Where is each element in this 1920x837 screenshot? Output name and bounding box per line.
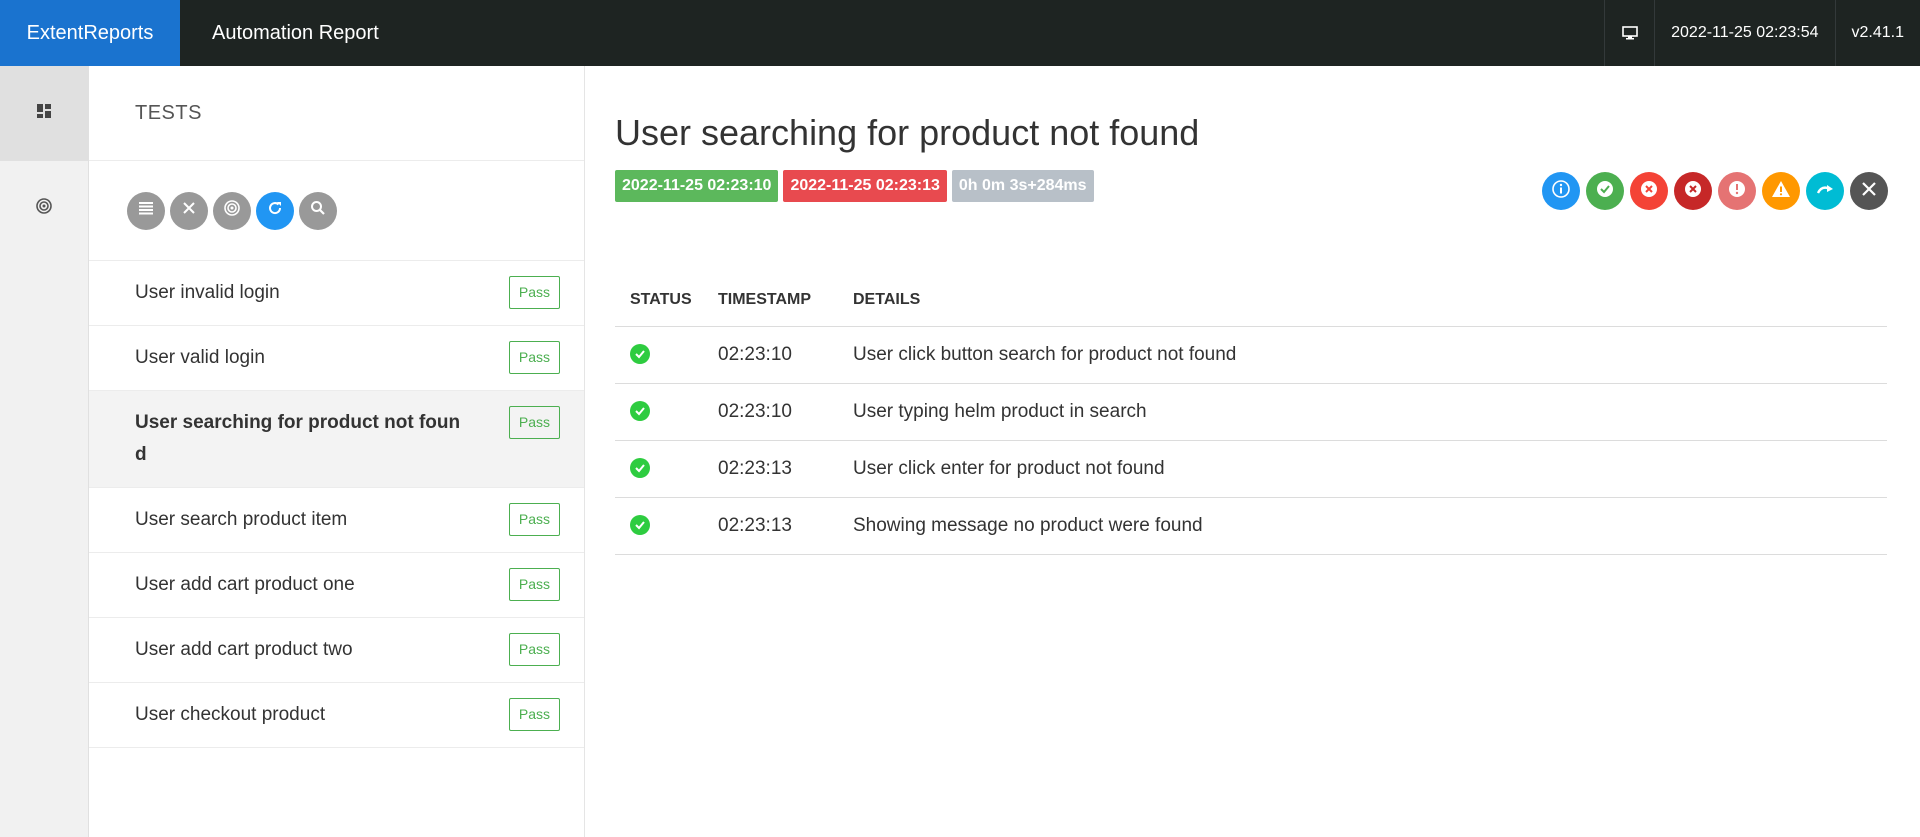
list-icon: [138, 201, 154, 220]
end-time-badge: 2022-11-25 02:23:13: [783, 170, 947, 202]
pass-check-icon: [630, 344, 650, 365]
top-bar: ExtentReports Automation Report 2022-11-…: [0, 0, 1920, 66]
status-badge: Pass: [508, 406, 560, 439]
status-badge: Pass: [508, 698, 560, 731]
fail-filter-button[interactable]: [1630, 172, 1668, 210]
test-filter-toolbar: [89, 161, 584, 261]
radar-icon: [35, 197, 53, 220]
test-list-item[interactable]: User invalid login Pass: [89, 261, 584, 326]
pass-filter-button[interactable]: [1586, 172, 1624, 210]
fatal-icon: [1683, 179, 1703, 204]
left-nav: [0, 66, 89, 837]
clear-icon: [1861, 181, 1877, 202]
close-icon: [182, 201, 196, 220]
pass-check-icon: [630, 401, 650, 422]
test-list-item[interactable]: User add cart product one Pass: [89, 553, 584, 618]
details-cell: User typing helm product in search: [838, 383, 1887, 441]
info-icon: [1551, 179, 1571, 204]
test-list-item-active[interactable]: User searching for product not found Pas…: [89, 391, 584, 488]
timestamp-cell: 02:23:10: [703, 383, 838, 441]
info-filter-button[interactable]: [1542, 172, 1580, 210]
test-name: User invalid login: [135, 282, 280, 303]
status-cell: [615, 440, 703, 498]
test-name: User add cart product one: [135, 574, 355, 595]
pass-icon: [1595, 179, 1615, 204]
table-header-row: STATUS TIMESTAMP DETAILS: [615, 274, 1887, 327]
start-time-badge: 2022-11-25 02:23:10: [615, 170, 779, 202]
test-list: User invalid login Pass User valid login…: [89, 261, 584, 748]
fail-icon: [1639, 179, 1659, 204]
column-header-timestamp: TIMESTAMP: [703, 274, 838, 327]
status-badge: Pass: [508, 633, 560, 666]
list-filter-button[interactable]: [127, 191, 165, 230]
skip-filter-button[interactable]: [1806, 172, 1844, 210]
search-button[interactable]: [299, 191, 337, 230]
timestamp-cell: 02:23:13: [703, 497, 838, 555]
test-list-item[interactable]: User add cart product two Pass: [89, 618, 584, 683]
details-cell: User click button search for product not…: [838, 326, 1887, 384]
test-name: User searching for product not found: [135, 412, 461, 465]
details-cell: User click enter for product not found: [838, 440, 1887, 498]
tests-panel: TESTS User invalid login Pass User valid…: [89, 66, 585, 837]
status-filter-toolbar: [1542, 172, 1888, 210]
status-badge: Pass: [508, 276, 560, 309]
table-row: 02:23:10 User click button search for pr…: [615, 326, 1887, 384]
table-row: 02:23:13 User click enter for product no…: [615, 440, 1887, 498]
nav-item-dashboard[interactable]: [0, 66, 88, 161]
test-log-table: STATUS TIMESTAMP DETAILS 02:23:10 User c…: [615, 274, 1887, 555]
column-header-status: STATUS: [615, 274, 703, 327]
time-badges: 2022-11-25 02:23:10 2022-11-25 02:23:13 …: [615, 170, 1094, 202]
warning-icon: [1771, 179, 1791, 204]
tests-panel-title: TESTS: [89, 66, 584, 161]
clear-filter-button[interactable]: [170, 191, 208, 230]
test-name: User search product item: [135, 509, 348, 530]
timestamp-cell: 02:23:10: [703, 326, 838, 384]
pass-check-icon: [630, 515, 650, 536]
status-badge: Pass: [508, 568, 560, 601]
test-title: User searching for product not found: [615, 112, 1200, 153]
status-badge: Pass: [508, 341, 560, 374]
details-cell: Showing message no product were found: [838, 497, 1887, 555]
nav-item-tests[interactable]: [0, 161, 88, 256]
table-row: 02:23:13 Showing message no product were…: [615, 497, 1887, 555]
status-badge: Pass: [508, 503, 560, 536]
skip-icon: [1815, 179, 1835, 204]
top-right-info: 2022-11-25 02:23:54 v2.41.1: [1604, 0, 1920, 66]
test-name: User valid login: [135, 347, 265, 368]
dashboard-icon: [36, 103, 52, 124]
clear-status-filter-button[interactable]: [1850, 172, 1888, 210]
status-cell: [615, 497, 703, 555]
timestamp-cell: 02:23:13: [703, 440, 838, 498]
category-filter-button[interactable]: [213, 191, 251, 230]
table-row: 02:23:10 User typing helm product in sea…: [615, 383, 1887, 441]
refresh-icon: [267, 200, 283, 221]
refresh-button[interactable]: [256, 191, 294, 230]
duration-badge: 0h 0m 3s+284ms: [951, 170, 1094, 202]
version-label: v2.41.1: [1834, 0, 1920, 66]
warning-filter-button[interactable]: [1762, 172, 1800, 210]
error-icon: [1727, 179, 1747, 204]
radar-icon: [223, 199, 241, 222]
test-name: User checkout product: [135, 704, 326, 725]
report-datetime: 2022-11-25 02:23:54: [1654, 0, 1834, 66]
fatal-filter-button[interactable]: [1674, 172, 1712, 210]
error-filter-button[interactable]: [1718, 172, 1756, 210]
test-name: User add cart product two: [135, 639, 353, 660]
column-header-details: DETAILS: [838, 274, 1887, 327]
search-icon: [310, 200, 326, 221]
test-list-item[interactable]: User checkout product Pass: [89, 683, 584, 748]
test-list-item[interactable]: User valid login Pass: [89, 326, 584, 391]
status-cell: [615, 383, 703, 441]
monitor-icon: [1604, 0, 1654, 66]
report-title: Automation Report: [212, 21, 379, 44]
status-cell: [615, 326, 703, 384]
test-list-item[interactable]: User search product item Pass: [89, 488, 584, 553]
test-detail-panel: User searching for product not found 202…: [585, 66, 1920, 837]
pass-check-icon: [630, 458, 650, 479]
brand-logo[interactable]: ExtentReports: [0, 0, 180, 66]
